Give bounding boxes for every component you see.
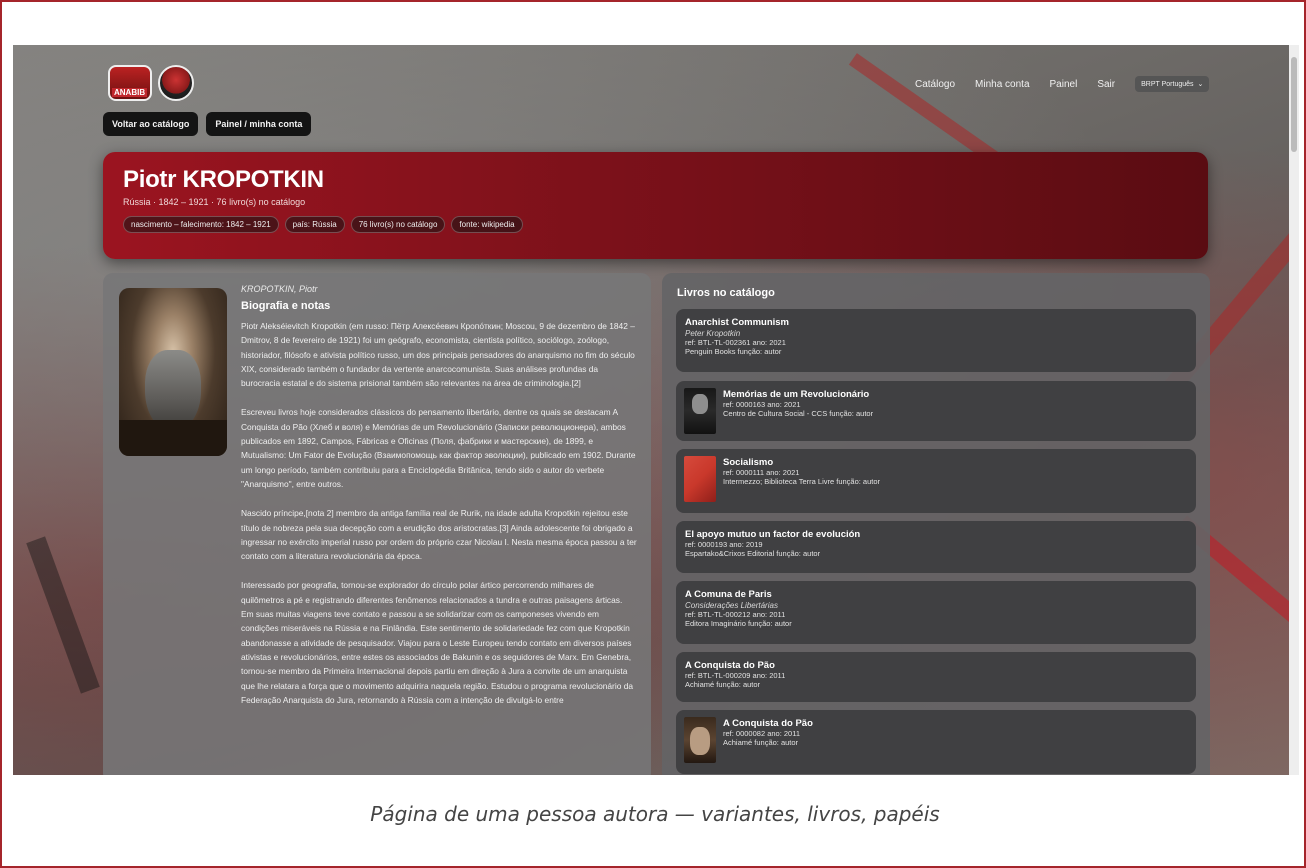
books-title: Livros no catálogo: [677, 287, 775, 299]
book-title: Anarchist Communism: [685, 317, 789, 328]
book-subtitle: Peter Kropotkin: [685, 329, 741, 338]
biography-paragraph: Interessado por geografia, tornou-se exp…: [241, 580, 634, 705]
author-header: Piotr KROPOTKIN Rússia · 1842 – 1921 · 7…: [103, 152, 1208, 259]
biography-paragraph: Nascido príncipe,[nota 2] membro da anti…: [241, 508, 637, 562]
book-card[interactable]: Memórias de um Revolucionário ref: 00001…: [676, 381, 1196, 441]
nav-minha-conta[interactable]: Minha conta: [975, 79, 1029, 90]
book-publisher: Penguin Books função: autor: [685, 347, 782, 356]
book-title: Memórias de um Revolucionário: [723, 389, 870, 400]
book-ref: ref: 0000163 ano: 2021: [723, 400, 801, 409]
book-subtitle: Considerações Libertárias: [685, 601, 778, 610]
author-portrait: [119, 288, 227, 456]
book-ref: ref: 0000193 ano: 2019: [685, 540, 763, 549]
chip-country: país: Rússia: [284, 216, 345, 233]
name-variant: KROPOTKIN, Piotr: [241, 284, 318, 294]
book-publisher: Achiamé função: autor: [723, 738, 799, 747]
background-graffiti: [26, 536, 100, 694]
library-logo[interactable]: [158, 65, 194, 101]
figure-caption: Página de uma pessoa autora — variantes,…: [370, 802, 940, 826]
book-publisher: Centro de Cultura Social - CCS função: a…: [723, 409, 874, 418]
language-select[interactable]: BRPT Português ⌄: [1135, 76, 1210, 92]
book-ref: ref: BTL-TL-000209 ano: 2011: [685, 671, 786, 680]
books-panel: Livros no catálogo Anarchist Communism P…: [662, 273, 1210, 775]
nav-catalogo[interactable]: Catálogo: [915, 79, 955, 90]
author-summary: Rússia · 1842 – 1921 · 76 livro(s) no ca…: [123, 197, 306, 207]
screenshot: Catálogo Minha conta Painel Sair BRPT Po…: [13, 45, 1299, 775]
book-title: A Conquista do Pão: [723, 718, 813, 729]
book-card[interactable]: Anarchist Communism Peter Kropotkin ref:…: [676, 309, 1196, 372]
book-card[interactable]: A Conquista do Pão ref: BTL-TL-000209 an…: [676, 652, 1196, 702]
nav-painel[interactable]: Painel: [1050, 79, 1078, 90]
biography-paragraph: Escreveu livros hoje considerados clássi…: [241, 407, 636, 489]
book-ref: ref: 0000082 ano: 2011: [723, 729, 801, 738]
nav-sair[interactable]: Sair: [1097, 79, 1115, 90]
book-cover: [684, 717, 716, 763]
chevron-down-icon: ⌄: [1197, 81, 1204, 88]
chip-book-count: 76 livro(s) no catálogo: [350, 216, 446, 233]
page-scrollbar[interactable]: [1289, 45, 1299, 775]
anabib-logo[interactable]: [108, 65, 152, 101]
top-nav: Catálogo Minha conta Painel Sair BRPT Po…: [915, 76, 1210, 92]
panel-account-button[interactable]: Painel / minha conta: [206, 112, 312, 136]
book-card[interactable]: Socialismo ref: 0000111 ano: 2021 Interm…: [676, 449, 1196, 513]
biography-title: Biografia e notas: [241, 300, 331, 312]
book-title: A Conquista do Pão: [685, 660, 775, 671]
book-card[interactable]: A Conquista do Pão ref: 0000082 ano: 201…: [676, 710, 1196, 774]
language-label: BRPT Português: [1141, 80, 1194, 88]
chip-lifespan: nascimento – falecimento: 1842 – 1921: [123, 216, 279, 233]
figure-frame: Catálogo Minha conta Painel Sair BRPT Po…: [0, 0, 1306, 868]
book-publisher: Editora Imaginário função: autor: [685, 619, 792, 628]
biography-paragraph: Piotr Alekséievitch Kropotkin (em russo:…: [241, 321, 635, 389]
back-to-catalog-button[interactable]: Voltar ao catálogo: [103, 112, 199, 136]
scrollbar-thumb[interactable]: [1291, 57, 1297, 152]
book-cover: [684, 388, 716, 434]
action-buttons: Voltar ao catálogo Painel / minha conta: [103, 112, 312, 136]
book-publisher: Intermezzo; Biblioteca Terra Livre funçã…: [723, 477, 881, 486]
book-cover: [684, 456, 716, 502]
book-title: Socialismo: [723, 457, 774, 468]
author-chips: nascimento – falecimento: 1842 – 1921 pa…: [123, 216, 1188, 233]
book-ref: ref: 0000111 ano: 2021: [723, 468, 800, 477]
author-name: Piotr KROPOTKIN: [123, 166, 324, 193]
book-card[interactable]: A Comuna de Paris Considerações Libertár…: [676, 581, 1196, 644]
book-ref: ref: BTL-TL-002361 ano: 2021: [685, 338, 786, 347]
book-card[interactable]: El apoyo mutuo un factor de evolución re…: [676, 521, 1196, 573]
chip-source: fonte: wikipedia: [451, 216, 523, 233]
book-title: A Comuna de Paris: [685, 589, 772, 600]
site-logos[interactable]: [108, 65, 194, 101]
biography-panel: KROPOTKIN, Piotr Biografia e notas Piotr…: [103, 273, 651, 775]
book-ref: ref: BTL-TL-000212 ano: 2011: [685, 610, 786, 619]
book-publisher: Achiamé função: autor: [685, 680, 761, 689]
book-title: El apoyo mutuo un factor de evolución: [685, 529, 861, 540]
book-publisher: Espartako&Crixos Editorial função: autor: [685, 549, 821, 558]
biography-text: KROPOTKIN, Piotr Biografia e notas Piotr…: [241, 284, 637, 707]
